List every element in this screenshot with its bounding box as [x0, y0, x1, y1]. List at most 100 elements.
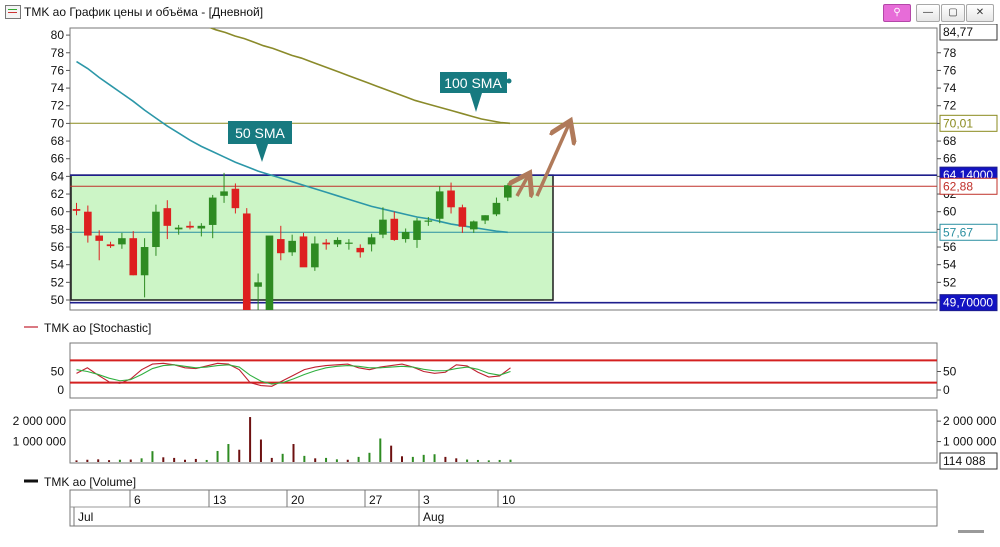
- left-tick-label-7: 64: [51, 169, 65, 183]
- right-tick-label-5: 60: [943, 205, 957, 219]
- volume-legend-label: TMK ао [Volume]: [44, 475, 136, 489]
- left-tick-label-8: 66: [51, 152, 65, 166]
- candle-body-15: [242, 213, 251, 310]
- sma50-label: 50 SMA: [235, 125, 285, 141]
- candle-body-36: [481, 215, 489, 221]
- sma100-callout-dot: [506, 78, 512, 84]
- left-tick-label-13: 76: [51, 63, 65, 77]
- month-label-0: Jul: [78, 510, 93, 524]
- candle-body-30: [413, 220, 421, 240]
- volume-plot-frame: [69, 409, 938, 464]
- chart-canvas[interactable]: 50 SMA100 SMA505254565860626466687072747…: [0, 23, 1000, 542]
- stoch-left-label-0: 0: [57, 383, 64, 397]
- volume-left-label-1: 2 000 000: [13, 414, 67, 428]
- stoch-right-label-0: 0: [943, 383, 950, 397]
- candle-body-7: [152, 211, 160, 248]
- left-tick-label-1: 52: [51, 275, 65, 289]
- day-label-1: 13: [213, 493, 227, 507]
- price-tag-label-4: 49,70000: [943, 296, 993, 310]
- left-tick-label-0: 50: [51, 293, 65, 307]
- volume-last-label: 114 088: [943, 454, 986, 468]
- month-label-1: Aug: [423, 510, 444, 524]
- left-tick-label-12: 74: [51, 81, 65, 95]
- candle-body-35: [469, 221, 478, 230]
- left-tick-label-15: 80: [51, 28, 65, 42]
- candle-body-11: [197, 225, 206, 229]
- candle-body-25: [356, 247, 365, 253]
- time-axis: 6 13 20 27 3 10 Jul Aug: [69, 489, 938, 527]
- price-panel: 50 SMA 100 SMA 50 52 54 56 58 60 62 64 66 68 70 72 74 7…: [51, 23, 998, 312]
- candle-body-13: [220, 191, 228, 196]
- right-tick-label-9: 68: [943, 134, 957, 148]
- volume-right-label-1: 2 000 000: [943, 414, 997, 428]
- right-tick-label-8: 66: [943, 152, 957, 166]
- candle-body-29: [401, 232, 410, 240]
- candle-body-2: [95, 235, 103, 241]
- day-label-5: 10: [502, 493, 516, 507]
- window-titlebar: TMK ао График цены и объёма - [Дневной] …: [0, 0, 1000, 25]
- range-box: [70, 174, 554, 301]
- candle-body-17: [265, 235, 274, 310]
- candle-body-12: [208, 197, 217, 225]
- stoch-legend-label: TMK ао [Stochastic]: [44, 321, 151, 335]
- left-tick-label-6: 62: [51, 187, 65, 201]
- left-tick-label-5: 60: [51, 205, 65, 219]
- day-label-4: 3: [423, 493, 430, 507]
- candle-body-38: [504, 185, 512, 198]
- candle-body-14: [231, 188, 240, 209]
- candle-body-26: [367, 237, 376, 245]
- pin-icon[interactable]: ⚲: [883, 4, 911, 22]
- maximize-button[interactable]: ▢: [941, 4, 965, 22]
- left-tick-label-9: 68: [51, 134, 65, 148]
- candle-body-18: [277, 239, 285, 254]
- candle-body-4: [118, 238, 126, 245]
- candle-body-8: [163, 208, 172, 226]
- stoch-plot-frame: [69, 342, 938, 399]
- candle-body-9: [174, 227, 183, 230]
- right-tick-label-11: 72: [943, 99, 957, 113]
- day-label-2: 20: [291, 493, 305, 507]
- candle-body-1: [84, 211, 92, 236]
- stoch-left-label-1: 50: [51, 365, 65, 379]
- day-label-0: 6: [134, 493, 141, 507]
- candle-body-5: [129, 238, 138, 276]
- candle-body-23: [333, 239, 342, 245]
- left-tick-label-2: 54: [51, 258, 65, 272]
- candle-body-6: [140, 247, 149, 276]
- stoch-right-label-1: 50: [943, 365, 957, 379]
- right-tick-label-12: 74: [943, 81, 957, 95]
- minimize-button[interactable]: —: [916, 4, 940, 22]
- candle-body-10: [186, 225, 194, 228]
- right-tick-label-1: 52: [943, 275, 957, 289]
- horizontal-scrollbar[interactable]: [958, 530, 984, 533]
- price-tag-label-0: 70,01: [943, 116, 973, 130]
- sma100-label: 100 SMA: [444, 75, 502, 91]
- candle-body-20: [299, 236, 308, 268]
- volume-left-label-0: 1 000 000: [13, 435, 67, 449]
- day-label-3: 27: [369, 493, 383, 507]
- candle-body-24: [345, 242, 353, 244]
- window-title: TMK ао График цены и объёма - [Дневной]: [24, 5, 264, 19]
- left-tick-label-10: 70: [51, 116, 65, 130]
- candle-body-22: [322, 242, 330, 245]
- stochastic-panel: TMK ао [Stochastic] 0 0 50 50: [24, 321, 957, 399]
- right-tick-label-2: 54: [943, 258, 957, 272]
- candle-body-16: [254, 282, 262, 287]
- chart-app-icon: [5, 5, 21, 19]
- candle-body-19: [288, 240, 296, 253]
- left-tick-label-11: 72: [51, 99, 65, 113]
- left-tick-label-14: 78: [51, 46, 65, 60]
- close-button[interactable]: ✕: [966, 4, 994, 22]
- chart-area: 50 SMA 100 SMA 50 52 54 56 58 60 62 64 66 68 70 72 74 7…: [0, 23, 1000, 542]
- candle-body-3: [106, 244, 115, 247]
- candle-body-21: [311, 243, 319, 268]
- candle-body-34: [458, 207, 467, 227]
- right-tick-label-14: 78: [943, 46, 957, 60]
- candle-body-28: [390, 218, 399, 240]
- candle-body-37: [492, 202, 501, 215]
- right-tick-label-3: 56: [943, 240, 957, 254]
- candle-body-27: [379, 219, 387, 235]
- volume-right-label-0: 1 000 000: [943, 435, 997, 449]
- candle-body-32: [435, 191, 444, 219]
- right-tick-label-13: 76: [943, 63, 957, 77]
